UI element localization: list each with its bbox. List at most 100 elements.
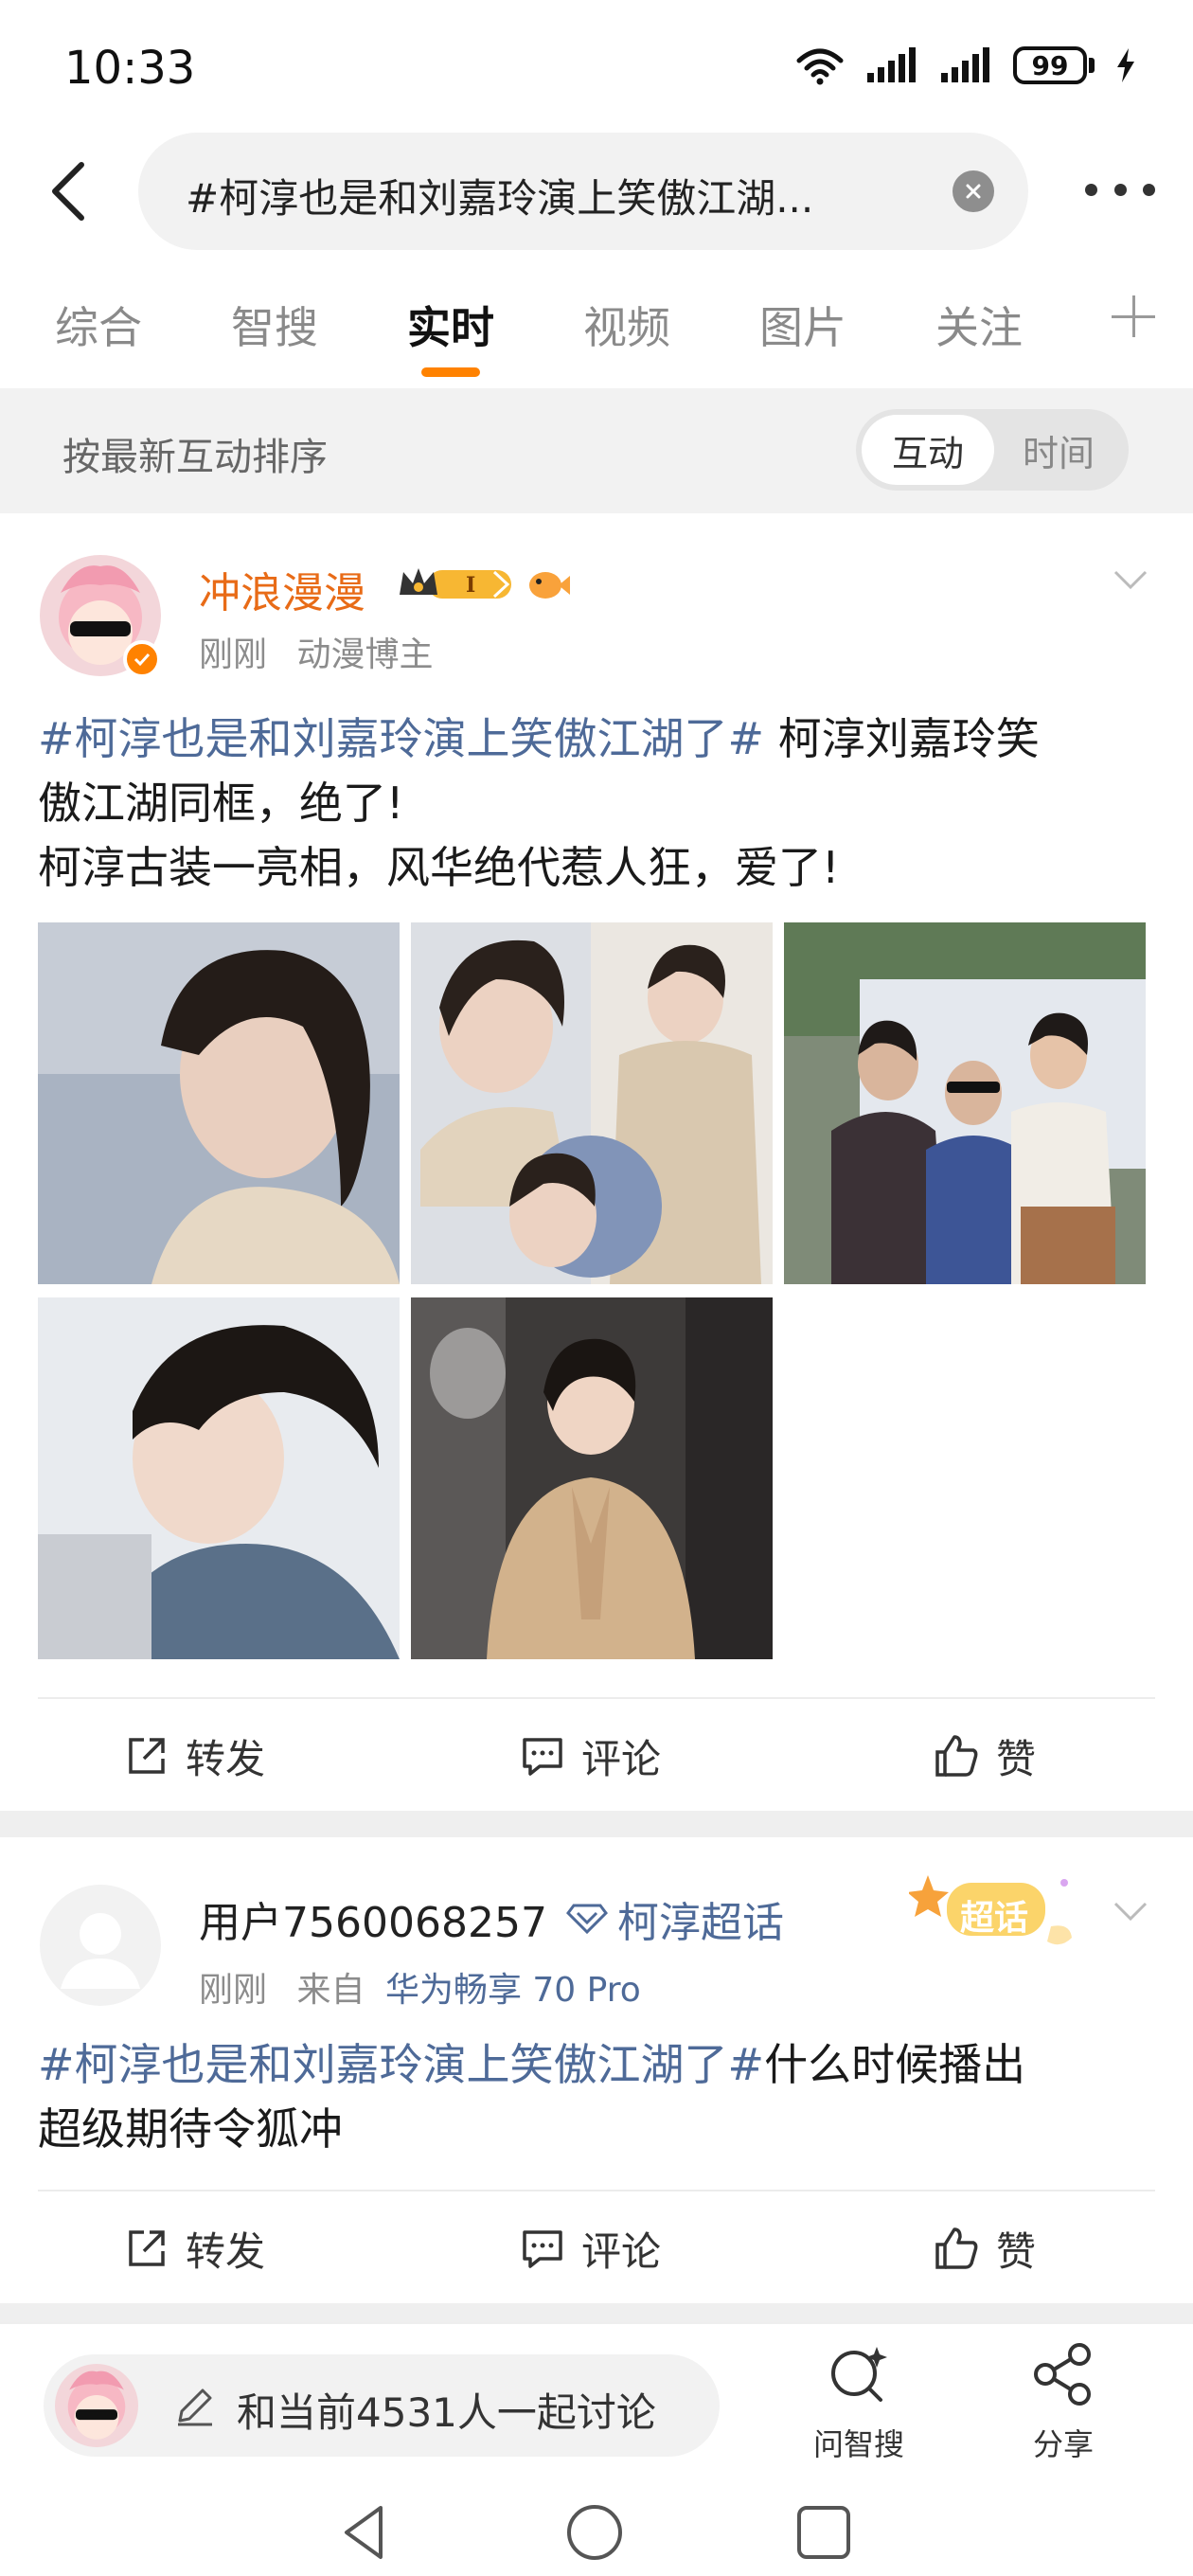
pencil-icon xyxy=(178,2388,212,2426)
post-photo[interactable] xyxy=(411,922,773,1284)
post-divider xyxy=(0,1811,1193,1837)
post-text-1: 柯淳刘嘉玲笑 xyxy=(764,713,1040,764)
avatar xyxy=(55,2364,138,2447)
post-card: 用户7560068257 柯淳超话 超话 刚刚 来自 华为畅享 70 Pro #… xyxy=(0,1837,1193,2303)
nav-recents-icon[interactable] xyxy=(793,2502,854,2563)
post-text-2: 傲江湖同框，绝了! xyxy=(38,778,404,829)
post-username[interactable]: 用户7560068257 xyxy=(199,1888,547,1949)
nav-home-icon[interactable] xyxy=(564,2502,625,2563)
post-username[interactable]: 冲浪漫漫 xyxy=(199,559,365,619)
tab-video[interactable]: 视频 xyxy=(583,294,670,356)
clock: 10:33 xyxy=(64,42,196,95)
post-photo[interactable] xyxy=(38,1297,400,1659)
avatar-default[interactable] xyxy=(40,1885,161,2006)
comment-button[interactable]: 评论 xyxy=(519,1726,661,1786)
post-body: #柯淳也是和刘嘉玲演上笑傲江湖了#什么时候播出 超级期待令狐冲 xyxy=(38,2032,1155,2161)
comment-button[interactable]: 评论 xyxy=(519,2218,661,2279)
svg-text:I: I xyxy=(466,573,475,598)
more-options-button[interactable] xyxy=(1085,178,1155,201)
back-button[interactable] xyxy=(38,157,98,225)
sort-option-time[interactable]: 时间 xyxy=(992,415,1125,485)
tab-comprehensive[interactable]: 综合 xyxy=(55,294,142,356)
share-label: 分享 xyxy=(1032,2426,1094,2462)
sort-option-interaction[interactable]: 互动 xyxy=(862,415,994,485)
repost-button[interactable]: 转发 xyxy=(123,1726,265,1786)
status-icons: 99 xyxy=(795,45,1136,85)
sticker-label: 超话 xyxy=(960,1899,1029,1938)
like-label: 赞 xyxy=(996,1735,1037,1782)
tab-images[interactable]: 图片 xyxy=(759,294,846,356)
comment-label: 评论 xyxy=(581,2227,662,2275)
sort-toggle: 互动 时间 xyxy=(856,409,1129,491)
close-icon xyxy=(966,184,981,199)
chevron-left-icon xyxy=(52,162,84,221)
post-meta: 刚刚 动漫博主 xyxy=(199,627,433,676)
smart-search-label: 问智搜 xyxy=(812,2426,904,2462)
post-time: 刚刚 xyxy=(199,1971,268,2010)
thumbs-up-icon xyxy=(935,1735,978,1777)
repost-label: 转发 xyxy=(186,1735,266,1782)
repost-label: 转发 xyxy=(186,2227,266,2275)
vip-level-badge-icon: I xyxy=(400,568,511,599)
chevron-down-icon[interactable] xyxy=(1112,1892,1149,1930)
repost-icon xyxy=(129,2230,165,2266)
signal-icon-1 xyxy=(867,47,916,82)
system-nav-bar xyxy=(0,2485,1193,2576)
sort-label: 按最新互动排序 xyxy=(62,436,328,479)
clear-search-button[interactable] xyxy=(953,170,994,212)
tab-smart-search[interactable]: 智搜 xyxy=(231,294,318,356)
post-text-3: 柯淳古装一亮相，风华绝代惹人狂，爱了! xyxy=(38,842,840,893)
nav-back-icon[interactable] xyxy=(335,2502,396,2563)
post-tagline: 动漫博主 xyxy=(296,635,434,674)
post-photo[interactable] xyxy=(38,922,400,1284)
post-card: 冲浪漫漫 I 刚刚 动漫博主 #柯淳也是和刘嘉玲演上笑傲江湖了# 柯淳刘嘉玲笑 … xyxy=(0,513,1193,1811)
like-button[interactable]: 赞 xyxy=(932,1726,1036,1786)
supertopic-diamond-icon xyxy=(566,1904,608,1934)
supertopic-sticker: 超话 xyxy=(909,1869,1089,1955)
weibo-search-page: 10:33 99 #柯淳也是和刘嘉玲演上笑傲江湖... 综合 智搜 实时 视频 … xyxy=(0,0,1193,2576)
like-button[interactable]: 赞 xyxy=(932,2218,1036,2279)
comment-label: 评论 xyxy=(581,1735,662,1782)
comment-icon xyxy=(523,1738,562,1776)
signal-icon-2 xyxy=(941,47,989,82)
comment-icon xyxy=(523,2230,562,2268)
post-source-label: 来自 xyxy=(296,1971,365,2010)
sort-bar: 按最新互动排序 互动 时间 xyxy=(0,388,1193,513)
search-input[interactable]: #柯淳也是和刘嘉玲演上笑傲江湖... xyxy=(138,133,1028,250)
wifi-icon xyxy=(796,48,844,85)
post-hashtag[interactable]: #柯淳也是和刘嘉玲演上笑傲江湖了# xyxy=(38,713,764,764)
repost-button[interactable]: 转发 xyxy=(123,2218,265,2279)
charging-icon xyxy=(1117,48,1134,82)
post-actions: 转发 评论 赞 xyxy=(38,2190,1155,2303)
post-meta: 刚刚 来自 华为畅享 70 Pro xyxy=(199,1962,641,2012)
share-icon xyxy=(1034,2343,1091,2406)
tab-realtime[interactable]: 实时 xyxy=(407,294,494,356)
post-device[interactable]: 华为畅享 70 Pro xyxy=(385,1971,641,2010)
post-hashtag[interactable]: #柯淳也是和刘嘉玲演上笑傲江湖了# xyxy=(38,2039,764,2090)
status-bar: 10:33 99 xyxy=(0,0,1193,133)
discuss-input[interactable]: 和当前4531人一起讨论 xyxy=(44,2354,720,2457)
bottom-bar: 和当前4531人一起讨论 问智搜 分享 xyxy=(0,2322,1193,2485)
search-query: #柯淳也是和刘嘉玲演上笑傲江湖... xyxy=(186,175,814,222)
search-header: #柯淳也是和刘嘉玲演上笑傲江湖... xyxy=(0,133,1193,254)
smart-search-icon xyxy=(831,2347,887,2402)
share-button[interactable]: 分享 xyxy=(1002,2341,1125,2464)
supertopic-link[interactable]: 柯淳超话 xyxy=(617,1888,784,1949)
smart-search-button[interactable]: 问智搜 xyxy=(797,2341,920,2464)
add-tab-icon[interactable] xyxy=(1110,292,1157,339)
post-photo[interactable] xyxy=(411,1297,773,1659)
thumbs-up-icon xyxy=(935,2227,978,2269)
battery-indicator: 99 xyxy=(1013,46,1095,84)
like-label: 赞 xyxy=(996,2227,1037,2275)
fish-badge-icon xyxy=(529,572,570,599)
post-photo[interactable] xyxy=(784,922,1146,1284)
repost-icon xyxy=(129,1738,165,1774)
tab-following[interactable]: 关注 xyxy=(935,294,1023,356)
battery-level: 99 xyxy=(1013,46,1087,84)
post-actions: 转发 评论 赞 xyxy=(38,1697,1155,1811)
post-text-2: 超级期待令狐冲 xyxy=(38,2103,343,2155)
post-text-1: 什么时候播出 xyxy=(764,2039,1026,2090)
post-time: 刚刚 xyxy=(199,635,268,674)
chevron-down-icon[interactable] xyxy=(1112,561,1149,599)
search-tabs: 综合 智搜 实时 视频 图片 关注 xyxy=(0,284,1193,388)
